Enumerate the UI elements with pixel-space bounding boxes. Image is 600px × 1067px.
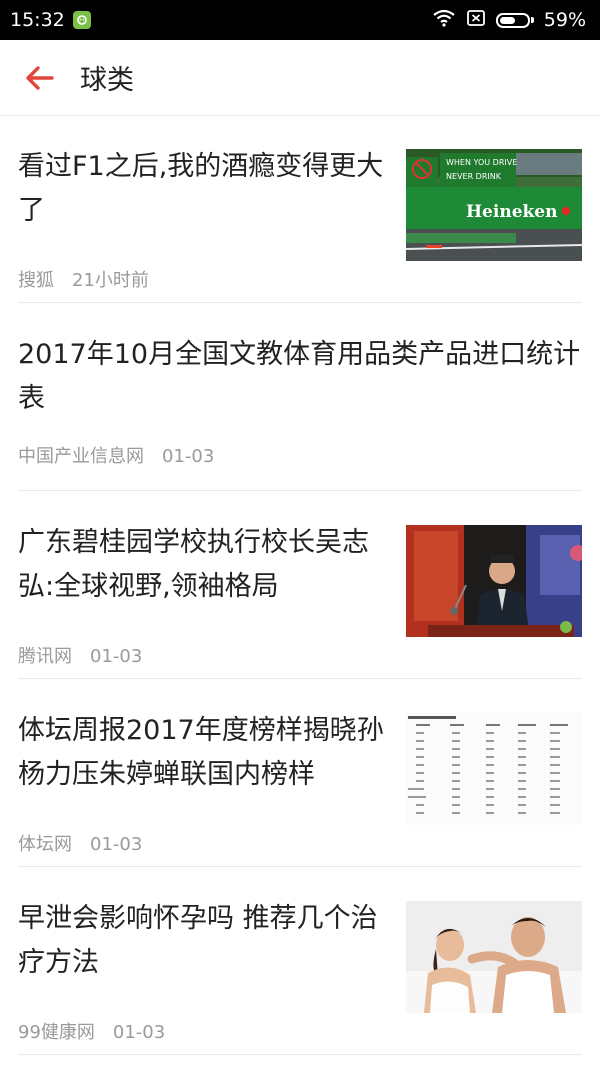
notification-app-icon: [72, 11, 91, 29]
page-title: 球类: [80, 65, 134, 96]
article-meta: 99健康网 01-03: [18, 1018, 165, 1044]
sim-none-icon: [466, 9, 486, 32]
battery-percent: 59%: [543, 9, 586, 31]
vote-table-photo: [406, 713, 582, 825]
article-item[interactable]: 体坛周报2017年度榜样揭晓孙杨力压朱婷蝉联国内榜样 体坛网 01-03: [18, 679, 582, 867]
article-item[interactable]: 早泄会影响怀孕吗 推荐几个治疗方法 99健康网 01-03: [18, 867, 582, 1055]
article-time: 01-03: [162, 446, 215, 467]
speaker-podium-photo: [406, 525, 582, 637]
article-title: 2017年10月全国文教体育用品类产品进口统计表: [18, 339, 581, 414]
svg-text:WHEN YOU DRIVE: WHEN YOU DRIVE: [446, 158, 517, 167]
article-title: 早泄会影响怀孕吗 推荐几个治疗方法: [18, 903, 378, 978]
article-source: 99健康网: [18, 1022, 95, 1043]
article-meta: 腾讯网 01-03: [18, 642, 142, 668]
article-time: 21小时前: [72, 270, 149, 291]
article-item[interactable]: 广东碧桂园学校执行校长吴志弘:全球视野,领袖格局 腾讯网 01-03: [18, 491, 582, 679]
wifi-icon: [432, 9, 456, 32]
article-meta: 搜狐 21小时前: [18, 266, 149, 292]
article-list: 看过F1之后,我的酒瘾变得更大了 WHEN YOU DRIVE NEVER DR…: [0, 116, 600, 1055]
article-item[interactable]: 看过F1之后,我的酒瘾变得更大了 WHEN YOU DRIVE NEVER DR…: [18, 116, 582, 303]
article-time: 01-03: [90, 834, 143, 855]
article-item[interactable]: 2017年10月全国文教体育用品类产品进口统计表 中国产业信息网 01-03: [18, 303, 582, 491]
article-meta: 中国产业信息网 01-03: [18, 442, 214, 468]
svg-text:Heineken: Heineken: [466, 202, 557, 222]
svg-text:NEVER DRINK: NEVER DRINK: [446, 172, 502, 181]
app-header: 球类: [0, 40, 600, 116]
article-source: 搜狐: [18, 270, 54, 291]
arrow-left-icon: [26, 65, 54, 90]
article-meta: 体坛网 01-03: [18, 830, 142, 856]
article-title: 体坛周报2017年度榜样揭晓孙杨力压朱婷蝉联国内榜样: [18, 715, 384, 790]
article-source: 体坛网: [18, 834, 72, 855]
article-source: 中国产业信息网: [18, 446, 144, 467]
article-source: 腾讯网: [18, 646, 72, 667]
article-title: 看过F1之后,我的酒瘾变得更大了: [18, 151, 384, 226]
status-bar: 15:32 59%: [0, 0, 600, 40]
article-title: 广东碧桂园学校执行校长吴志弘:全球视野,领袖格局: [18, 527, 369, 602]
heineken-f1-photo: WHEN YOU DRIVE NEVER DRINK Heineken: [406, 149, 582, 261]
article-time: 01-03: [90, 646, 143, 667]
battery-level: [499, 16, 516, 24]
back-button[interactable]: [24, 62, 56, 94]
couple-bed-photo: [406, 901, 582, 1013]
article-time: 01-03: [112, 1022, 166, 1043]
battery-icon: [495, 12, 534, 28]
status-time: 15:32: [10, 9, 65, 31]
